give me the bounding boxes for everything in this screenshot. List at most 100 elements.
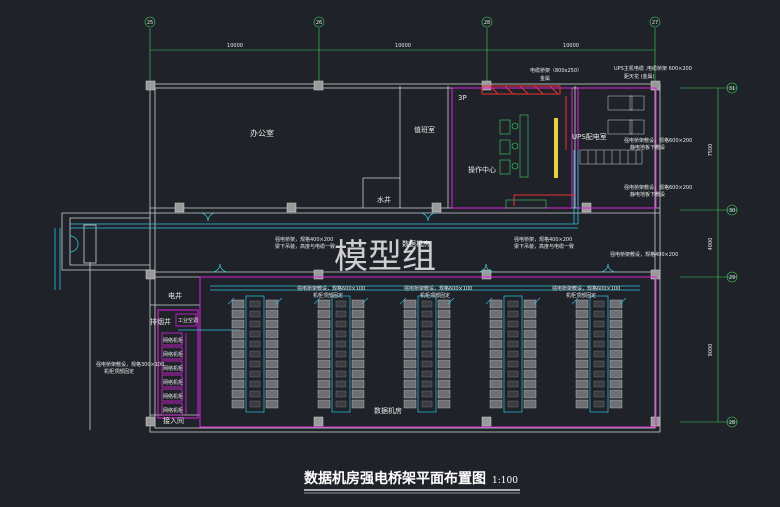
rack-cabinet [609,379,623,389]
room-office: 办公室 [250,128,274,138]
label-3p: 3P [458,94,467,102]
rack-cabinet [609,319,623,329]
rack-cabinet [317,359,331,369]
rack-cabinet [575,349,589,359]
dimension-text: 9000 [708,344,714,357]
rack-cabinet [575,299,589,309]
rack-cabinet [523,369,537,379]
rack-aisle-block [593,340,605,348]
rack-cabinet [403,369,417,379]
rack-cabinet [575,399,589,409]
rack-cabinet [265,309,279,319]
rack-cabinet [437,359,451,369]
rack-cabinet [231,369,245,379]
room-elec-well: 电井 [168,291,182,300]
rack-aisle-block [335,300,347,308]
note-ups-right-2: 强电桥架敷设，规格600×200 [624,184,692,191]
rack-cabinet [231,329,245,339]
rack-cabinet [489,359,503,369]
rack-row [571,295,627,413]
grid-col-label: 26 [316,20,322,26]
rack-cabinet [489,349,503,359]
dimension-text: 7500 [708,144,714,157]
grid-col-label: 27 [652,20,658,26]
room-ops-center: 操作中心 [468,165,496,174]
rack-aisle-block [507,380,519,388]
rack-cabinet [231,359,245,369]
rack-cabinet [437,339,451,349]
room-access: 接入间 [163,416,184,425]
rack-cabinet [317,329,331,339]
rack-row [485,295,541,413]
grid-col-label: 28 [484,20,490,26]
rack-cabinet [317,389,331,399]
rack-cabinet [609,349,623,359]
rack-cabinet [437,379,451,389]
note-ups-top-1: UPS主机电缆 ,电缆桥架 600×200 [614,65,692,72]
rack-aisle-block [421,320,433,328]
rack-aisle-block [593,370,605,378]
rack-cabinet [437,319,451,329]
rack-aisle-block [249,370,261,378]
rack-aisle-block [507,320,519,328]
rack-cabinet [317,369,331,379]
rack-cabinet [489,369,503,379]
rack-aisle-block [421,340,433,348]
rack-cabinet [609,329,623,339]
rack-cabinet [403,339,417,349]
rack-cabinet [575,339,589,349]
rack-cabinet [317,309,331,319]
dimension-text: 10000 [563,43,579,49]
room-cable: 排烟井 [150,317,171,326]
rack-cabinet [265,339,279,349]
rack-aisle-block [249,360,261,368]
rack-cabinet [609,389,623,399]
rack-cabinet [523,389,537,399]
rack-cabinet [351,339,365,349]
note-right-corridor: 强电桥架敷设，规格400×200 [610,251,678,258]
rack-aisle-block [249,300,261,308]
rack-aisle-block [593,310,605,318]
rack-aisle-block [507,310,519,318]
room-data: 数据机房 [374,406,402,415]
rack-cabinet [403,319,417,329]
rack-aisle-block [335,370,347,378]
note-left-1-sub: 机柜顶部固定 [104,368,134,375]
note-row-2-sub: 机柜顶部固定 [420,292,450,299]
rack-cabinet [403,299,417,309]
grid-row-label: 28 [729,420,735,426]
rack-cabinet [575,309,589,319]
rack-cabinet [317,319,331,329]
rack-cabinet [437,399,451,409]
rack-cabinet [609,399,623,409]
ops-desk-bar [554,118,558,178]
rack-cabinet [265,329,279,339]
grid-row-label: 31 [729,86,735,92]
rack-cabinet [489,329,503,339]
rack-cabinet [265,319,279,329]
rack-aisle-block [335,350,347,358]
grid-row-label: 30 [729,208,735,214]
rack-cabinet [609,309,623,319]
rack-aisle-block [335,340,347,348]
rack-cabinet [403,379,417,389]
rack-aisle-block [249,340,261,348]
rack-row [399,295,455,413]
rack-aisle-block [593,390,605,398]
note-row-1-sub: 机柜顶部固定 [313,292,343,299]
rack-aisle-block [335,390,347,398]
drawing-title: 数据机房强电桥架平面布置图 [304,470,486,487]
rack-cabinet [265,349,279,359]
rack-aisle-block [335,310,347,318]
dimension-text: 10000 [395,43,411,49]
rack-aisle-block [249,350,261,358]
rack-aisle-block [335,400,347,408]
rack-aisle-block [507,330,519,338]
access-cabinet-label: 网络机柜 [163,337,183,344]
access-cabinet-label: 网络机柜 [163,379,183,386]
note-row-3: 强电桥架敷设，规格600×100 [552,285,620,292]
rack-row [313,295,369,413]
drawing-scale: 1:100 [492,476,518,486]
rack-aisle-block [421,360,433,368]
rack-aisle-block [507,400,519,408]
